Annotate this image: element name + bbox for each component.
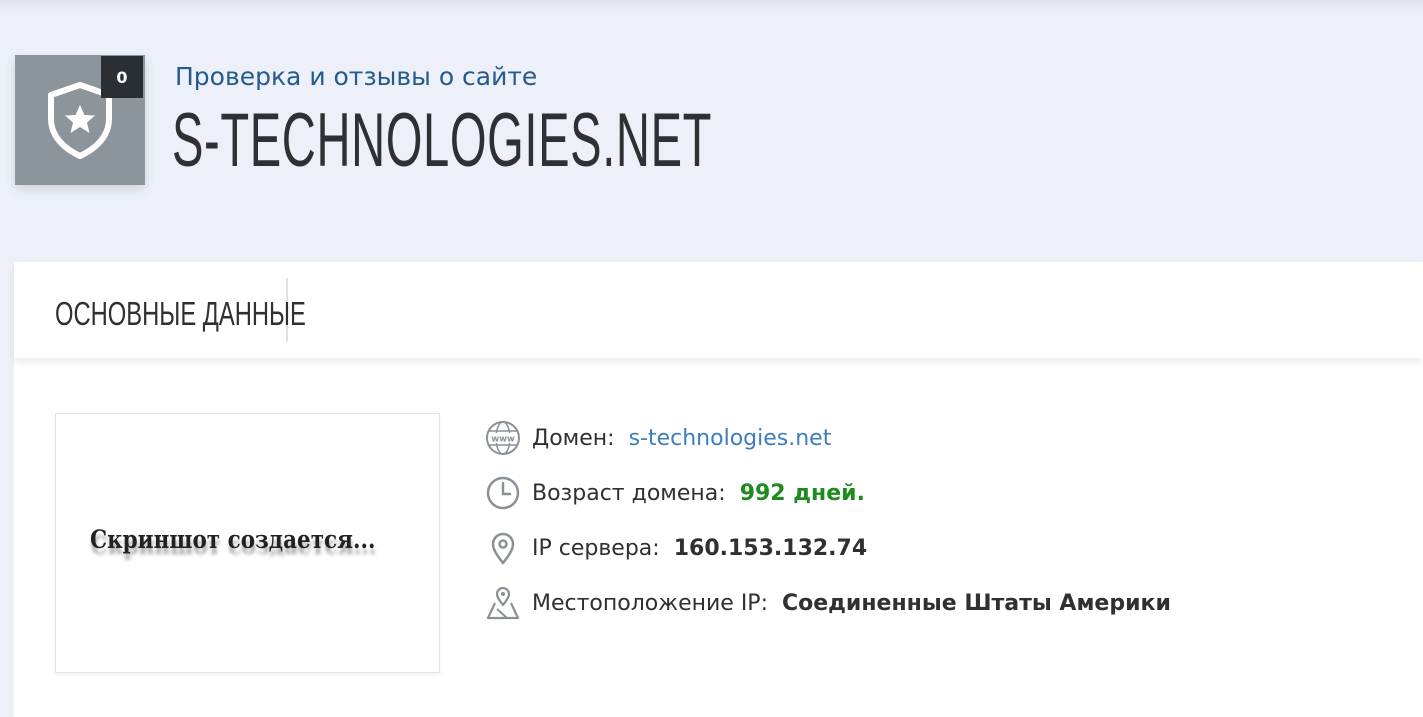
tab-basic-data[interactable]: ОСНОВНЫЕ ДАННЫЕ: [14, 278, 306, 342]
location-label: Местоположение IP:: [532, 590, 768, 616]
tab-label: ОСНОВНЫЕ ДАННЫЕ: [55, 295, 306, 332]
info-row-location: Местоположение IP: Соединенные Штаты Аме…: [484, 583, 1171, 623]
ip-label: IP сервера:: [532, 535, 660, 561]
info-row-ip: IP сервера: 160.153.132.74: [484, 528, 867, 568]
www-icon: www: [484, 419, 522, 457]
clock-icon: [484, 474, 522, 512]
map-pin-icon: [484, 529, 522, 567]
site-screenshot: Скриншот создается...: [55, 413, 440, 673]
location-value: Соединенные Штаты Америки: [781, 590, 1171, 616]
page-subtitle: Проверка и отзывы о сайте: [175, 62, 538, 91]
domain-link[interactable]: s-technologies.net: [629, 426, 832, 451]
domain-age-value: 992 дней.: [739, 480, 865, 506]
domain-age-label: Возраст домена:: [532, 480, 726, 506]
info-row-domain: www Домен: s-technologies.net: [484, 418, 831, 458]
main-card: ОСНОВНЫЕ ДАННЫЕ Скриншот создается... ww…: [14, 262, 1423, 717]
screenshot-placeholder: Скриншот создается...: [90, 525, 376, 554]
page-title: S-TECHNOLOGIES.NET: [172, 98, 713, 183]
top-shade: [0, 0, 1423, 14]
info-row-age: Возраст домена: 992 дней.: [484, 473, 865, 513]
map-location-icon: [484, 584, 522, 622]
domain-label: Домен:: [532, 425, 615, 451]
review-count-badge: 0: [101, 56, 143, 98]
tabs-bar: ОСНОВНЫЕ ДАННЫЕ: [14, 262, 1423, 358]
ip-value: 160.153.132.74: [673, 535, 868, 561]
svg-text:www: www: [491, 435, 515, 445]
